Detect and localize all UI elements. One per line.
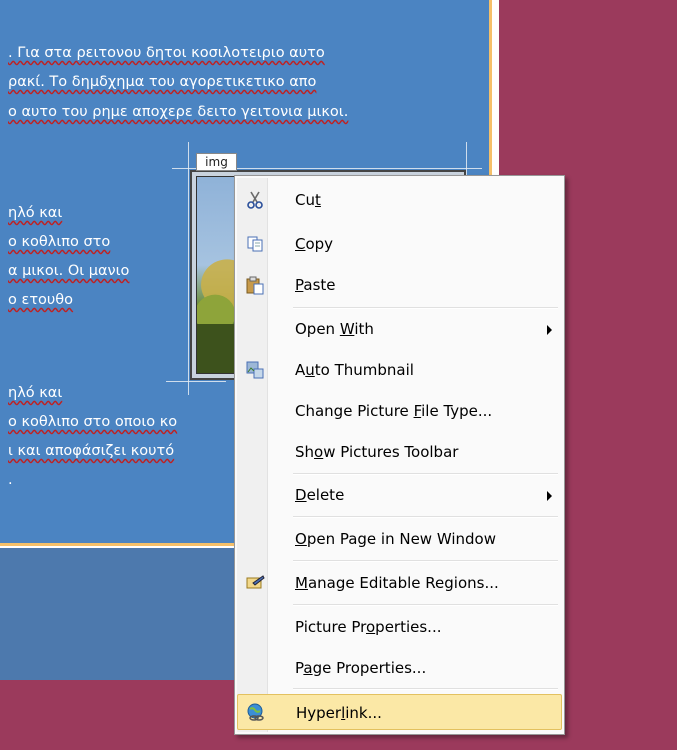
menu-item-paste[interactable]: Paste [237,267,562,303]
menu-item-label: Auto Thumbnail [295,361,414,379]
menu-item-open-in-new-window[interactable]: Open Page in New Window [237,521,562,557]
menu-item-auto-thumbnail[interactable]: Auto Thumbnail [237,352,562,388]
submenu-arrow-icon [547,491,552,501]
menu-item-label: Page Properties... [295,659,427,677]
menu-separator [293,516,558,518]
menu-item-open-with[interactable]: Open With [237,311,562,347]
text-line[interactable]: ι και αποφάσιζει κουτό [8,442,174,460]
menu-item-picture-properties[interactable]: Picture Properties... [237,609,562,645]
menu-item-label: Open Page in New Window [295,530,496,548]
text-line[interactable]: . [8,471,13,489]
text-line[interactable]: ο αυτο του ρημε αποχερε δειτο γειτονια μ… [8,103,348,121]
menu-item-label: Hyperlink... [296,704,382,722]
submenu-arrow-icon [547,325,552,335]
copy-icon [245,234,265,254]
text-line[interactable]: α μικοι. Οι μανιο [8,262,129,280]
menu-separator [293,473,558,475]
text-line[interactable]: ο κοθλιπο στο [8,233,110,251]
menu-item-label: Delete [295,486,345,504]
menu-item-manage-editable-regions[interactable]: Manage Editable Regions... [237,565,562,601]
resize-guide [188,142,189,395]
menu-item-label: Change Picture File Type... [295,402,493,420]
text-line[interactable]: ηλό και [8,204,62,222]
menu-item-label: Cut [295,191,321,209]
menu-separator [293,604,558,606]
menu-separator [293,688,558,690]
paste-icon [245,275,265,295]
image-tag-label: img [196,153,237,171]
menu-item-label: Show Pictures Toolbar [295,443,459,461]
menu-item-hyperlink[interactable]: Hyperlink... [237,694,562,730]
menu-item-delete[interactable]: Delete [237,477,562,513]
menu-item-label: Open With [295,320,374,338]
menu-item-copy[interactable]: Copy [237,226,562,262]
scissors-icon [245,190,265,210]
thumbnail-icon [245,360,265,380]
hyperlink-icon [246,703,266,723]
menu-item-cut[interactable]: Cut [237,182,562,218]
menu-item-label: Paste [295,276,336,294]
text-line[interactable]: ο κοθλιπο στο οποιο κο [8,413,177,431]
context-menu: Cut Copy Paste Open With Auto Thumbnail … [234,175,565,735]
menu-separator [293,307,558,309]
text-line[interactable]: . Για στα ρειτονου δητοι κοσιλοτειριο αυ… [8,44,325,62]
menu-item-label: Copy [295,235,334,253]
menu-item-page-properties[interactable]: Page Properties... [237,650,562,686]
text-line[interactable]: ο ετουθο [8,291,73,309]
text-line[interactable]: ρακί. Το δημδχημα του αγορετικετικο απο [8,73,316,91]
menu-item-show-pictures-toolbar[interactable]: Show Pictures Toolbar [237,434,562,470]
menu-item-label: Picture Properties... [295,618,442,636]
menu-item-change-file-type[interactable]: Change Picture File Type... [237,393,562,429]
menu-separator [293,560,558,562]
text-line[interactable]: ηλό και [8,384,62,402]
menu-item-label: Manage Editable Regions... [295,574,499,592]
resize-guide [166,381,226,382]
editable-regions-icon [245,573,265,593]
